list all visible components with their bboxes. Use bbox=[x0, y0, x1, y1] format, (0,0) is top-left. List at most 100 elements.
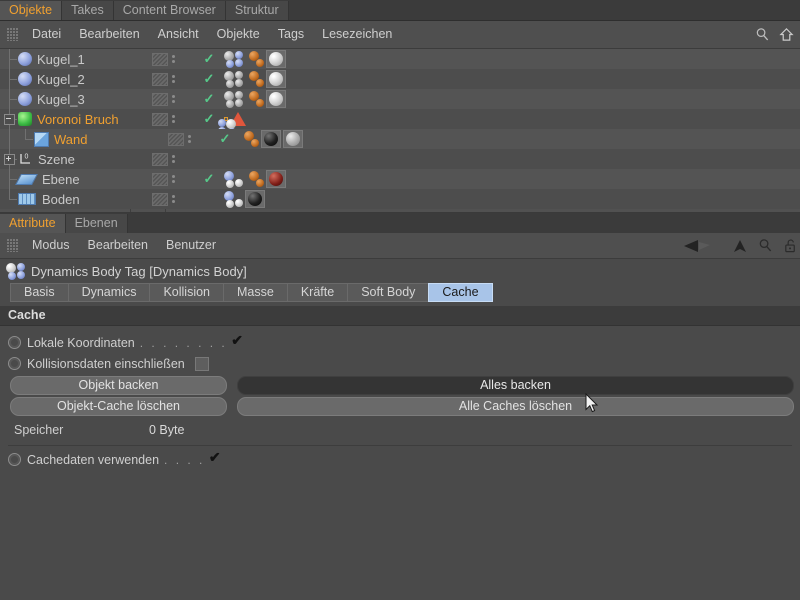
field-lokale-koordinaten[interactable]: Lokale Koordinaten . . . . . . . . bbox=[0, 332, 800, 353]
tree-row-szene[interactable]: 0 Szene bbox=[0, 149, 800, 169]
tree-row-kugel-3[interactable]: Kugel_3 ✓ bbox=[0, 89, 800, 109]
search-icon[interactable] bbox=[758, 238, 773, 253]
material-tag-icon[interactable] bbox=[266, 70, 286, 88]
collider-tag-icon[interactable] bbox=[245, 90, 264, 108]
checkbox-lokale-koordinaten[interactable] bbox=[231, 332, 244, 349]
layer-swatch-icon[interactable] bbox=[152, 192, 168, 206]
tree-row-layer-cell[interactable] bbox=[148, 92, 200, 106]
visibility-dots-icon[interactable] bbox=[172, 55, 175, 63]
tree-row-tags[interactable] bbox=[218, 109, 246, 136]
dynamics-tag-icon[interactable] bbox=[224, 170, 243, 188]
subtab-basis[interactable]: Basis bbox=[10, 283, 69, 302]
dynamics-tag-icon[interactable] bbox=[224, 50, 243, 68]
menu-datei[interactable]: Datei bbox=[23, 21, 70, 48]
tree-row-layer-cell[interactable] bbox=[148, 192, 200, 206]
animation-track-icon[interactable] bbox=[8, 453, 21, 466]
visibility-dots-icon[interactable] bbox=[172, 175, 175, 183]
field-kollisionsdaten-einschliessen[interactable]: Kollisionsdaten einschließen bbox=[0, 353, 800, 374]
collider-tag-icon[interactable] bbox=[245, 50, 264, 68]
tree-row-layer-cell[interactable] bbox=[148, 52, 200, 66]
dynamics-body-tag-selected[interactable] bbox=[218, 117, 236, 136]
drag-gripper-icon[interactable] bbox=[7, 239, 18, 252]
material-tag-icon[interactable] bbox=[261, 130, 281, 148]
visibility-dots-icon[interactable] bbox=[172, 75, 175, 83]
tree-row-enable-check[interactable]: ✓ bbox=[200, 91, 218, 107]
tab-content-browser[interactable]: Content Browser bbox=[113, 1, 226, 20]
home-icon[interactable] bbox=[779, 27, 794, 42]
tree-row-voronoi-bruch[interactable]: Voronoi Bruch ✓ bbox=[0, 109, 800, 136]
tree-row-boden[interactable]: Boden bbox=[0, 189, 800, 209]
tree-row-kugel-1[interactable]: Kugel_1 ✓ bbox=[0, 49, 800, 69]
search-icon[interactable] bbox=[755, 27, 770, 42]
menu-modus[interactable]: Modus bbox=[23, 233, 79, 258]
tree-row-ebene[interactable]: Ebene ✓ bbox=[0, 169, 800, 189]
material-tag-icon[interactable] bbox=[283, 130, 303, 148]
tree-row-wand[interactable]: Wand ✓ bbox=[0, 129, 800, 149]
field-cachedaten-verwenden[interactable]: Cachedaten verwenden . . . . bbox=[0, 449, 800, 470]
checkbox-cachedaten-verwenden[interactable] bbox=[209, 449, 222, 466]
tree-row-tags[interactable] bbox=[218, 149, 224, 169]
layer-swatch-icon[interactable] bbox=[152, 172, 168, 186]
layer-swatch-icon[interactable] bbox=[152, 92, 168, 106]
visibility-dots-icon[interactable] bbox=[188, 135, 191, 143]
tree-row-enable-check[interactable]: ✓ bbox=[216, 131, 234, 147]
objekt-backen-button[interactable]: Objekt backen bbox=[10, 376, 227, 395]
objekt-cache-loeschen-button[interactable]: Objekt-Cache löschen bbox=[10, 397, 227, 416]
menu-benutzer[interactable]: Benutzer bbox=[157, 233, 225, 258]
tree-row-tags[interactable] bbox=[218, 89, 286, 109]
dynamics-tag-icon[interactable] bbox=[224, 90, 243, 108]
layer-swatch-icon[interactable] bbox=[152, 152, 168, 166]
dynamics-tag-icon[interactable] bbox=[224, 190, 243, 208]
menu-objekte[interactable]: Objekte bbox=[208, 21, 269, 48]
menu-lesezeichen[interactable]: Lesezeichen bbox=[313, 21, 401, 48]
layer-swatch-icon[interactable] bbox=[152, 112, 168, 126]
red-material-tag-icon[interactable] bbox=[266, 170, 286, 188]
tab-objekte[interactable]: Objekte bbox=[0, 1, 63, 20]
tree-row-tags[interactable] bbox=[218, 189, 265, 209]
drag-gripper-icon[interactable] bbox=[7, 28, 18, 41]
tree-row-tags[interactable] bbox=[218, 69, 286, 89]
up-arrow-icon[interactable] bbox=[732, 238, 748, 254]
layer-swatch-icon[interactable] bbox=[168, 132, 184, 146]
tree-row-tags[interactable] bbox=[234, 129, 303, 149]
subtab-soft-body[interactable]: Soft Body bbox=[347, 283, 430, 302]
visibility-dots-icon[interactable] bbox=[172, 195, 175, 203]
visibility-dots-icon[interactable] bbox=[172, 155, 175, 163]
visibility-dots-icon[interactable] bbox=[172, 95, 175, 103]
collider-tag-icon[interactable] bbox=[245, 70, 264, 88]
black-material-tag-icon[interactable] bbox=[245, 190, 265, 208]
object-tree[interactable]: Kugel_1 ✓ Kugel_2 ✓ Kugel_3 ✓ Voronoi Br… bbox=[0, 49, 800, 213]
material-tag-icon[interactable] bbox=[266, 90, 286, 108]
tree-row-layer-cell[interactable] bbox=[148, 112, 200, 126]
dynamics-tag-icon[interactable] bbox=[224, 70, 243, 88]
menu-ansicht[interactable]: Ansicht bbox=[149, 21, 208, 48]
menu-bearbeiten[interactable]: Bearbeiten bbox=[70, 21, 148, 48]
visibility-dots-icon[interactable] bbox=[172, 115, 175, 123]
layer-swatch-icon[interactable] bbox=[152, 52, 168, 66]
menu-tags[interactable]: Tags bbox=[269, 21, 313, 48]
tree-row-enable-check[interactable]: ✓ bbox=[200, 71, 218, 87]
collider-tag-icon[interactable] bbox=[245, 170, 264, 188]
subtab-kraefte[interactable]: Kräfte bbox=[286, 283, 349, 302]
alle-caches-loeschen-button[interactable]: Alle Caches löschen bbox=[237, 397, 794, 416]
subtab-masse[interactable]: Masse bbox=[223, 283, 288, 302]
tree-row-enable-check[interactable]: ✓ bbox=[200, 171, 218, 187]
menu-bearbeiten[interactable]: Bearbeiten bbox=[79, 233, 157, 258]
subtab-kollision[interactable]: Kollision bbox=[149, 283, 225, 302]
back-arrow-icon[interactable] bbox=[682, 238, 722, 254]
tree-row-tags[interactable] bbox=[218, 49, 286, 69]
unlock-icon[interactable] bbox=[783, 238, 798, 254]
layer-swatch-icon[interactable] bbox=[152, 72, 168, 86]
material-tag-icon[interactable] bbox=[266, 50, 286, 68]
tree-row-enable-check[interactable]: ✓ bbox=[200, 111, 218, 127]
subtab-dynamics[interactable]: Dynamics bbox=[67, 283, 151, 302]
tab-takes[interactable]: Takes bbox=[62, 1, 114, 20]
tab-struktur[interactable]: Struktur bbox=[225, 1, 289, 20]
checkbox-kollisionsdaten[interactable] bbox=[194, 356, 209, 371]
alles-backen-button[interactable]: Alles backen bbox=[237, 376, 794, 395]
expander-collapse-icon[interactable] bbox=[4, 114, 15, 125]
tab-attribute[interactable]: Attribute bbox=[0, 214, 66, 233]
collider-tag-icon[interactable] bbox=[240, 130, 259, 148]
tree-row-layer-cell[interactable] bbox=[148, 172, 200, 186]
animation-track-icon[interactable] bbox=[8, 357, 21, 370]
